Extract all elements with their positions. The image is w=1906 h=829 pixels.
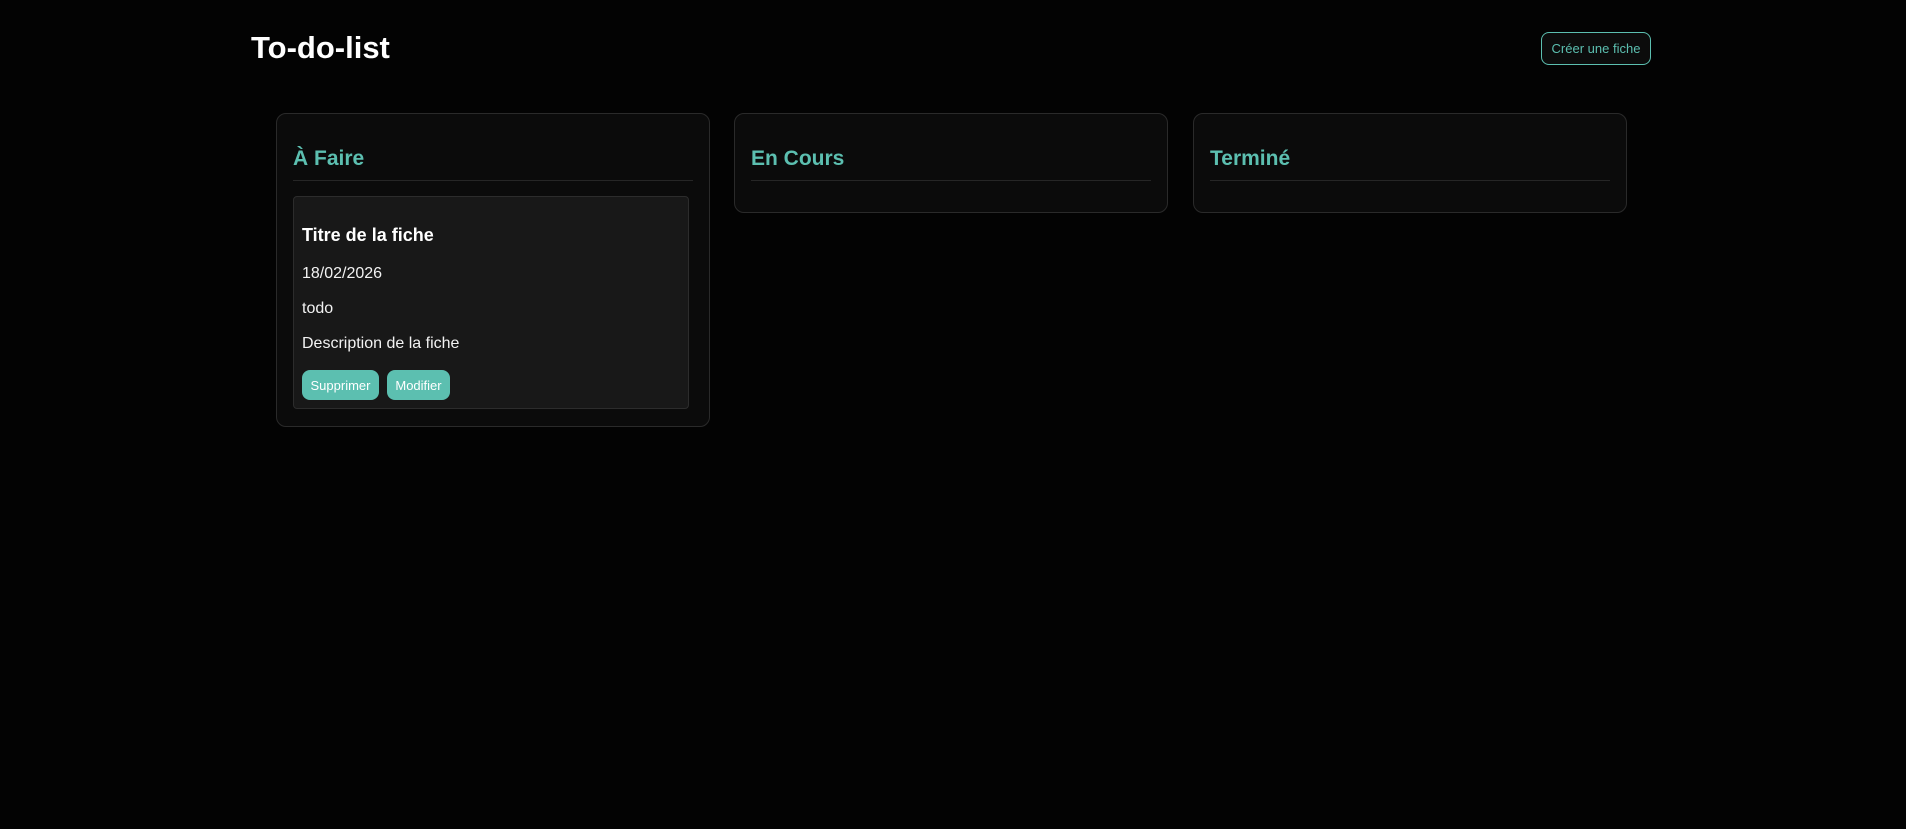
- card-title: Titre de la fiche: [302, 225, 434, 245]
- column-title: En Cours: [751, 147, 845, 170]
- page: To-do-list Créer une fiche À Faire Titre…: [0, 0, 1906, 829]
- task-card: Titre de la fiche 18/02/2026 todo Descri…: [293, 196, 689, 409]
- column-in-progress: En Cours: [734, 113, 1168, 213]
- create-card-button[interactable]: Créer une fiche: [1541, 32, 1651, 65]
- card-date: 18/02/2026: [302, 265, 383, 282]
- column-todo: À Faire Titre de la fiche 18/02/2026 tod…: [276, 113, 710, 427]
- card-status: todo: [302, 300, 334, 317]
- column-header: Terminé: [1210, 114, 1610, 181]
- delete-button[interactable]: Supprimer: [302, 370, 379, 400]
- card-description: Description de la fiche: [302, 335, 460, 352]
- column-header: En Cours: [751, 114, 1151, 181]
- column-done: Terminé: [1193, 113, 1627, 213]
- column-header: À Faire: [293, 114, 693, 181]
- page-title: To-do-list: [251, 30, 390, 65]
- column-title: Terminé: [1210, 147, 1291, 170]
- edit-button[interactable]: Modifier: [387, 370, 450, 400]
- column-title: À Faire: [293, 147, 365, 170]
